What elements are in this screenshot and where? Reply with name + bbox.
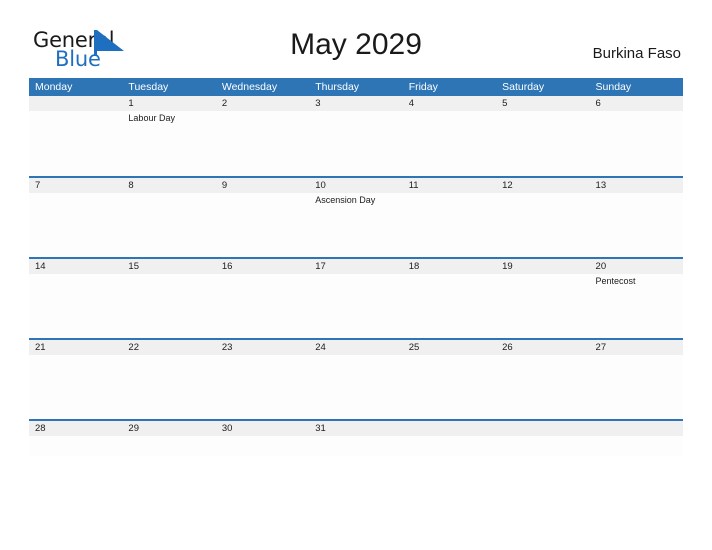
weekday-header-wednesday: Wednesday (221, 81, 278, 93)
day-number[interactable]: 18 (403, 259, 496, 274)
weekday-header-monday: Monday (35, 81, 73, 93)
weekday-header-sunday: Sunday (595, 81, 632, 93)
week-date-band: 1 2 3 4 5 6 (29, 96, 683, 111)
day-event (216, 436, 309, 456)
day-number[interactable]: 21 (29, 340, 122, 355)
day-number[interactable]: 7 (29, 178, 122, 193)
day-event (216, 193, 309, 257)
day-number[interactable]: 12 (496, 178, 589, 193)
week-row: 21 22 23 24 25 26 27 (29, 340, 683, 421)
day-event (496, 193, 589, 257)
day-event (496, 111, 589, 176)
day-number[interactable]: 10 (309, 178, 402, 193)
day-number[interactable]: 2 (216, 96, 309, 111)
day-number[interactable]: 27 (590, 340, 683, 355)
day-number[interactable]: 15 (122, 259, 215, 274)
day-event (122, 274, 215, 338)
week-date-band: 21 22 23 24 25 26 27 (29, 340, 683, 355)
day-number[interactable]: 31 (309, 421, 402, 436)
day-event (403, 193, 496, 257)
day-number[interactable] (29, 96, 122, 111)
day-event (122, 436, 215, 456)
day-number[interactable]: 16 (216, 259, 309, 274)
day-event (403, 274, 496, 338)
day-number[interactable]: 8 (122, 178, 215, 193)
week-event-band: Labour Day (29, 111, 683, 176)
day-number[interactable]: 29 (122, 421, 215, 436)
day-event (590, 355, 683, 419)
day-event: Pentecost (595, 276, 636, 286)
day-event (403, 436, 496, 456)
day-event (403, 355, 496, 419)
day-number[interactable]: 13 (590, 178, 683, 193)
week-event-band: Pentecost (29, 274, 683, 338)
day-event (590, 111, 683, 176)
day-number[interactable] (403, 421, 496, 436)
week-row: 28 29 30 31 (29, 421, 683, 456)
week-event-band (29, 436, 683, 456)
week-date-band: 7 8 9 10 11 12 13 (29, 178, 683, 193)
day-number[interactable]: 19 (496, 259, 589, 274)
weekday-header-tuesday: Tuesday (128, 81, 169, 93)
day-number[interactable] (590, 421, 683, 436)
day-event (216, 355, 309, 419)
day-number[interactable]: 6 (590, 96, 683, 111)
week-event-band: Ascension Day (29, 193, 683, 257)
country-label: Burkina Faso (592, 45, 681, 62)
day-event (403, 111, 496, 176)
day-number[interactable]: 3 (309, 96, 402, 111)
calendar-grid: Monday Tuesday Wednesday Thursday Friday… (29, 78, 683, 456)
day-event (590, 436, 683, 456)
week-row: 7 8 9 10 11 12 13 Ascension Day (29, 178, 683, 259)
day-event (496, 274, 589, 338)
week-event-band (29, 355, 683, 419)
day-number[interactable] (496, 421, 589, 436)
day-event (29, 111, 122, 176)
day-number[interactable]: 22 (122, 340, 215, 355)
day-event (216, 274, 309, 338)
day-event (29, 193, 122, 257)
weekday-header-row: Monday Tuesday Wednesday Thursday Friday… (29, 78, 683, 96)
day-number[interactable]: 1 (122, 96, 215, 111)
day-number[interactable]: 17 (309, 259, 402, 274)
week-row: 1 2 3 4 5 6 Labour Day (29, 96, 683, 178)
day-event: Ascension Day (315, 195, 376, 205)
week-date-band: 28 29 30 31 (29, 421, 683, 436)
day-event (309, 111, 402, 176)
week-row: 14 15 16 17 18 19 20 Pentecost (29, 259, 683, 340)
day-number[interactable]: 20 (590, 259, 683, 274)
day-number[interactable]: 26 (496, 340, 589, 355)
day-event (496, 355, 589, 419)
day-event: Labour Day (128, 113, 175, 123)
day-number[interactable]: 28 (29, 421, 122, 436)
day-event (216, 111, 309, 176)
day-number[interactable]: 11 (403, 178, 496, 193)
weekday-header-friday: Friday (408, 81, 438, 93)
day-event (122, 355, 215, 419)
day-event (29, 436, 122, 456)
day-number[interactable]: 5 (496, 96, 589, 111)
day-number[interactable]: 30 (216, 421, 309, 436)
week-date-band: 14 15 16 17 18 19 20 (29, 259, 683, 274)
day-number[interactable]: 25 (403, 340, 496, 355)
weekday-header-saturday: Saturday (502, 81, 545, 93)
day-number[interactable]: 24 (309, 340, 402, 355)
page-header: General Blue May 2029 Burkina Faso (0, 0, 712, 78)
day-event (122, 193, 215, 257)
weekday-header-thursday: Thursday (315, 81, 360, 93)
day-event (309, 436, 402, 456)
calendar-page: General Blue May 2029 Burkina Faso Monda… (0, 0, 712, 550)
day-event (496, 436, 589, 456)
day-event (29, 355, 122, 419)
day-event (309, 274, 402, 338)
day-event (29, 274, 122, 338)
day-event (590, 193, 683, 257)
day-event (309, 355, 402, 419)
day-number[interactable]: 14 (29, 259, 122, 274)
day-number[interactable]: 23 (216, 340, 309, 355)
day-number[interactable]: 4 (403, 96, 496, 111)
day-number[interactable]: 9 (216, 178, 309, 193)
